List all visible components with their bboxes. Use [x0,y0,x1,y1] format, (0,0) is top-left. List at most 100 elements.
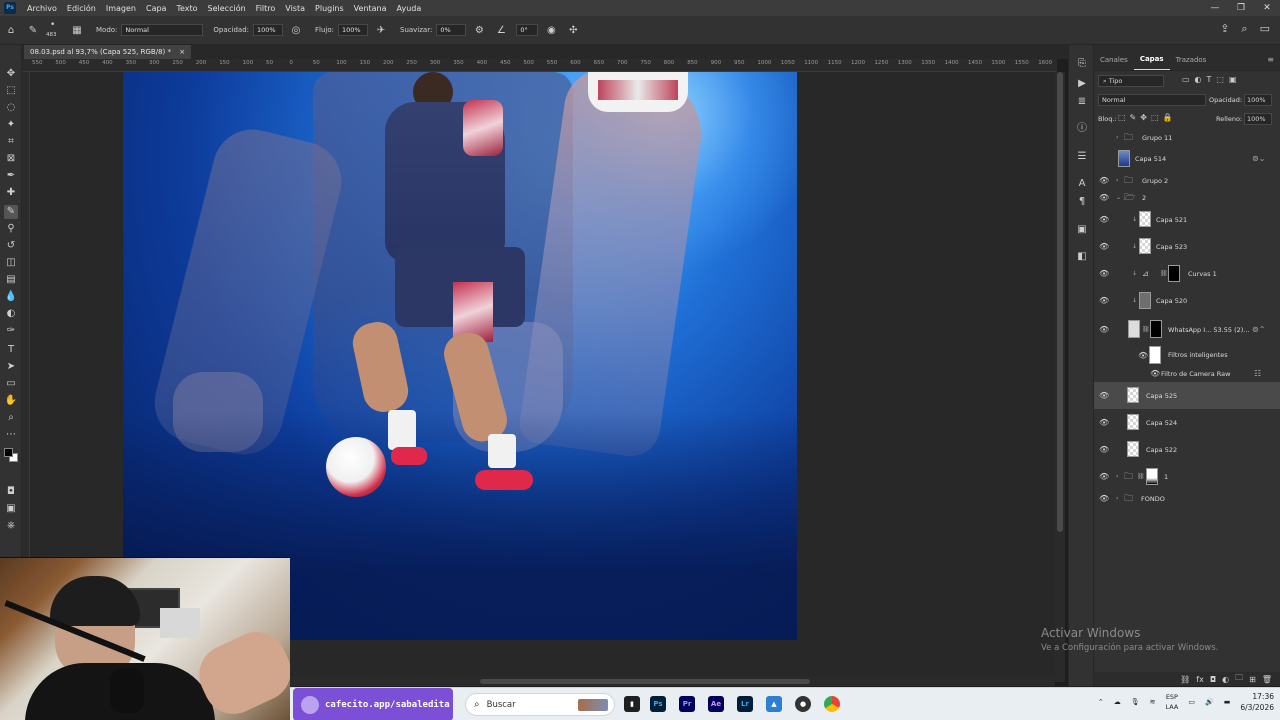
new-adjustment-icon[interactable]: ◐ [1222,675,1229,684]
taskbar-clock[interactable]: 17:36 6/3/2026 [1240,691,1274,713]
pen-tool-icon[interactable]: ✑ [4,324,18,338]
document-tab[interactable]: 08.03.psd al 93,7% (Capa 525, RGB/8) * × [24,45,192,59]
zoom-tool-icon[interactable]: ⌕ [4,411,18,425]
wifi-icon[interactable]: ≋ [1150,698,1156,706]
adjustments-panel-icon[interactable]: ☰ [1075,150,1089,164]
rectangle-tool-icon[interactable]: ▭ [4,377,18,391]
layer-row-selected[interactable]: 👁 Capa 525 [1094,382,1280,409]
volume-icon[interactable]: 🔊 [1205,698,1214,706]
obs-taskbar-icon[interactable]: ● [795,696,811,712]
layer-opacity-field[interactable]: 100% [1244,94,1272,106]
quick-mask-icon[interactable]: ◘ [4,485,18,499]
home-icon[interactable]: ⌂ [4,23,18,37]
photos-taskbar-icon[interactable]: ▲ [766,696,782,712]
opacity-field[interactable]: 100% [253,24,283,36]
lasso-tool-icon[interactable]: ◌ [4,101,18,115]
visibility-eye-icon[interactable]: 👁 [1099,325,1109,334]
pressure-size-icon[interactable]: ◉ [544,23,558,37]
dodge-tool-icon[interactable]: ◐ [4,307,18,321]
flow-field[interactable]: 100% [338,24,368,36]
brush-tool-icon[interactable]: ✎ [4,205,18,219]
close-window-button[interactable]: ✕ [1254,0,1280,16]
horizontal-scroll-thumb[interactable] [480,679,810,684]
brush-settings-icon[interactable]: ▦ [70,23,84,37]
blend-mode-select[interactable]: Normal [1098,94,1206,106]
visibility-eye-icon[interactable]: 👁 [1099,418,1109,427]
more-tools-icon[interactable]: ⋯ [4,428,18,442]
photoshop-taskbar-icon[interactable]: Ps [650,696,666,712]
microphone-icon[interactable]: 🎙 [1131,698,1140,706]
actions-panel-icon[interactable]: ▶ [1075,77,1089,91]
layer-filter-icons[interactable]: ▭◐T⬚▣ [1182,75,1242,84]
expand-arrow-icon[interactable]: › [1116,134,1118,141]
history-brush-icon[interactable]: ↺ [4,239,18,253]
marquee-tool-icon[interactable]: ⬚ [4,84,18,98]
layer-row[interactable]: 👁 › 🗀 Grupo 2 [1094,172,1280,189]
tab-trazados[interactable]: Trazados [1170,56,1213,70]
visibility-eye-icon[interactable]: 👁 [1099,391,1109,400]
new-layer-icon[interactable]: ⊞ [1249,675,1256,684]
menu-ayuda[interactable]: Ayuda [392,4,427,13]
expand-arrow-icon[interactable]: › [1116,473,1118,480]
generative-icon[interactable]: ⎈ [4,519,18,533]
new-group-icon[interactable]: 🗀 [1235,672,1243,686]
filter-visibility-eye-icon[interactable]: 👁 [1138,351,1148,360]
symmetry-icon[interactable]: ✣ [566,23,580,37]
search-icon[interactable]: ⌕ [1241,22,1247,36]
battery-icon[interactable]: ▬ [1224,698,1231,706]
input-language[interactable]: ESP LAA [1165,692,1178,712]
horizontal-scrollbar[interactable] [290,677,1055,686]
menu-texto[interactable]: Texto [171,4,202,13]
visibility-eye-icon[interactable]: 👁 [1099,215,1109,224]
layer-filter-select[interactable]: ⌕ Tipo [1098,75,1164,87]
display-icon[interactable]: ▭ [1188,698,1195,706]
visibility-eye-icon[interactable]: 👁 [1099,242,1109,251]
panel-menu-icon[interactable]: ≡ [1261,55,1280,70]
eraser-tool-icon[interactable]: ◫ [4,256,18,270]
mode-select[interactable]: Normal [121,24,204,36]
vertical-scroll-thumb[interactable] [1057,72,1063,532]
path-select-tool-icon[interactable]: ➤ [4,360,18,374]
expand-arrow-icon[interactable]: › [1116,177,1118,184]
chrome-taskbar-icon[interactable] [824,696,840,712]
visibility-eye-icon[interactable]: 👁 [1099,269,1109,278]
history-panel-icon[interactable]: ⎘ [1075,57,1089,71]
close-tab-icon[interactable]: × [179,48,185,56]
premiere-taskbar-icon[interactable]: Pr [679,696,695,712]
layer-row[interactable]: 👁 Capa 524 [1094,409,1280,436]
frame-tool-icon[interactable]: ⊠ [4,152,18,166]
layer-row[interactable]: › 🗀 Grupo 11 [1094,129,1280,146]
eyedropper-tool-icon[interactable]: ✒ [4,169,18,183]
document-canvas[interactable] [123,72,797,640]
menu-vista[interactable]: Vista [280,4,310,13]
add-mask-icon[interactable]: ◘ [1210,675,1216,684]
layer-row[interactable]: 👁 ↓ Capa 523 [1094,233,1280,260]
airbrush-icon[interactable]: ✈ [374,23,388,37]
menu-capa[interactable]: Capa [141,4,171,13]
layer-row[interactable]: 👁 ↓ Capa 520 [1094,287,1280,314]
character-panel-icon[interactable]: A [1075,177,1089,191]
layer-row[interactable]: 👁 › 🗀 ⛓ 1 [1094,463,1280,490]
properties-panel-icon[interactable]: ◧ [1075,250,1089,264]
healing-tool-icon[interactable]: ✚ [4,186,18,200]
menu-filtro[interactable]: Filtro [251,4,281,13]
maximize-button[interactable]: ❐ [1228,0,1254,16]
layer-row[interactable]: 👁 Capa 522 [1094,436,1280,463]
brush-tool-icon[interactable]: ✎ [26,23,40,37]
delete-layer-icon[interactable]: 🗑 [1262,675,1272,684]
expand-arrow-icon[interactable]: › [1116,495,1118,502]
tab-canales[interactable]: Canales [1094,56,1134,70]
layer-row[interactable]: 👁 ⌄ 🗁 2 [1094,189,1280,206]
crop-tool-icon[interactable]: ⌗ [4,135,18,149]
visibility-eye-icon[interactable]: 👁 [1099,445,1109,454]
pressure-opacity-icon[interactable]: ◎ [289,23,303,37]
layer-row[interactable]: 👁 › 🗀 FONDO [1094,490,1280,507]
lock-icons[interactable]: ⬚✎✥⬚🔒 [1118,113,1176,122]
menu-archivo[interactable]: Archivo [22,4,62,13]
smoothing-field[interactable]: 0% [436,24,467,36]
menu-ventana[interactable]: Ventana [349,4,392,13]
gradient-tool-icon[interactable]: ▤ [4,273,18,287]
hand-tool-icon[interactable]: ✋ [4,394,18,408]
menu-edicion[interactable]: Edición [62,4,101,13]
brush-preset-picker[interactable]: • 483 [44,18,66,42]
